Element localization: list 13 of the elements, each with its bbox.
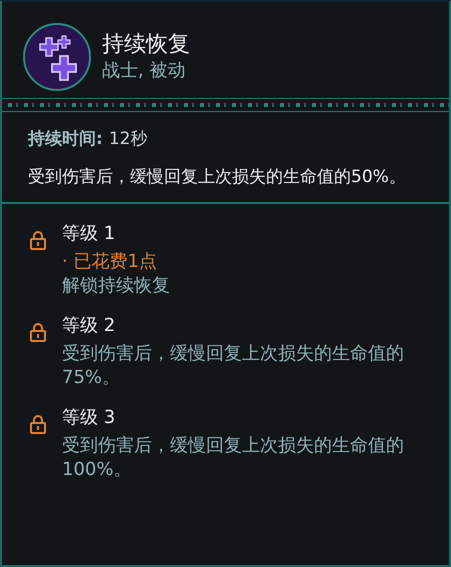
talent-title: 持续恢复 (102, 31, 190, 59)
level-description: 受到伤害后，缓慢回复上次损失的生命值的75%。 (62, 342, 405, 390)
talent-subtitle: 战士, 被动 (102, 59, 186, 83)
duration-value: 12秒 (108, 129, 148, 149)
talent-description: 受到伤害后，缓慢回复上次损失的生命值的50%。 (28, 166, 407, 189)
level-title: 等级 1 (62, 222, 116, 246)
level-description: 受到伤害后，缓慢回复上次损失的生命值的100%。 (62, 434, 405, 482)
level-title: 等级 3 (62, 406, 116, 430)
duration-label: 持续时间: (28, 129, 103, 149)
level-title: 等级 2 (62, 314, 116, 338)
cost-note: · 已花费1点 (62, 250, 158, 274)
plus-icon (22, 22, 92, 92)
level-description: 解锁持续恢复 (62, 274, 170, 298)
